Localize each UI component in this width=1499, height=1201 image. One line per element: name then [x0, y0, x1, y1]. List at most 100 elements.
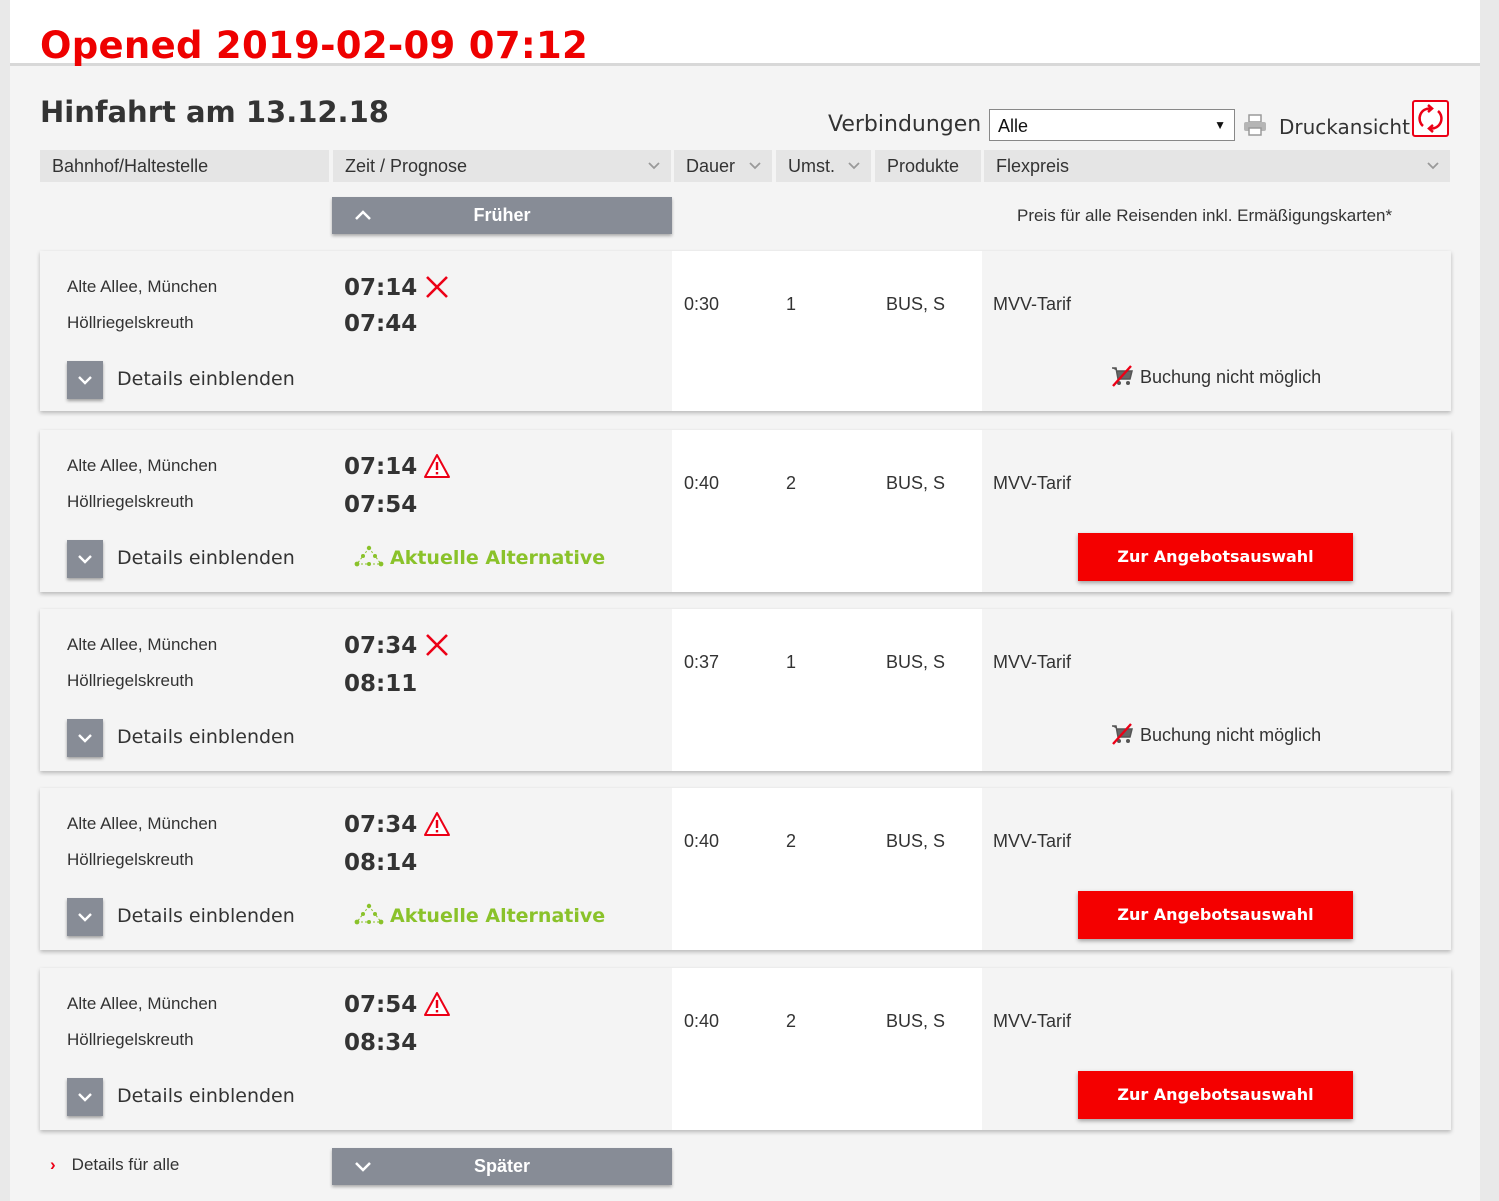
departure-time: 07:54 — [344, 992, 418, 1018]
arrival-time: 08:14 — [344, 850, 418, 876]
connection-row: Alte Allee, München Höllriegelskreuth Deta… — [40, 968, 1451, 1130]
destination-station: Höllriegelskreuth — [67, 492, 194, 511]
page-title: Hinfahrt am 13.12.18 — [40, 95, 389, 129]
duration-value: 0:40 — [684, 473, 720, 493]
current-alternative-link[interactable]: Aktuelle Alternative — [352, 545, 605, 569]
results-page: Opened 2019-02-09 07:12 Hinfahrt am 13.1… — [10, 0, 1480, 1201]
details-toggle-label[interactable]: Details einblenden — [117, 726, 295, 748]
details-toggle-button[interactable] — [67, 1078, 103, 1116]
details-toggle-label[interactable]: Details einblenden — [117, 1085, 295, 1107]
details-toggle-button[interactable] — [67, 540, 103, 578]
sort-chevron-icon — [648, 162, 660, 170]
transfers-value: 2 — [786, 473, 797, 493]
details-toggle-label[interactable]: Details einblenden — [117, 368, 295, 390]
tariff-value: MVV-Tarif — [993, 831, 1072, 851]
origin-station: Alte Allee, München — [67, 456, 218, 475]
warning-icon — [423, 991, 451, 1017]
column-time[interactable]: Zeit / Prognose — [333, 150, 671, 182]
booking-unavailable: Buchung nicht möglich — [1110, 722, 1321, 746]
arrival-time: 07:44 — [344, 311, 418, 337]
details-toggle-label[interactable]: Details einblenden — [117, 547, 295, 569]
sort-chevron-icon — [848, 162, 860, 170]
origin-station: Alte Allee, München — [67, 994, 218, 1013]
origin-station: Alte Allee, München — [67, 277, 218, 296]
arrival-time: 07:54 — [344, 492, 418, 518]
booking-unavailable: Buchung nicht möglich — [1110, 364, 1321, 388]
connections-select[interactable]: Alle ▼ — [989, 109, 1235, 141]
cart-unavailable-icon — [1110, 365, 1140, 387]
printer-icon[interactable] — [1243, 114, 1267, 136]
opened-timestamp: Opened 2019-02-09 07:12 — [40, 24, 589, 67]
origin-station: Alte Allee, München — [67, 635, 218, 654]
chevron-down-icon — [78, 1093, 92, 1102]
sort-chevron-icon — [1427, 162, 1439, 170]
refresh-icon[interactable] — [1412, 100, 1449, 137]
connection-info-cell — [672, 609, 982, 771]
departure-time: 07:34 — [344, 812, 418, 838]
chevron-down-icon — [355, 1162, 371, 1172]
column-station: Bahnhof/Haltestelle — [40, 150, 329, 182]
details-toggle-button[interactable] — [67, 719, 103, 757]
chevron-down-icon — [78, 913, 92, 922]
connection-row: Alte Allee, München Höllriegelskreuth Deta… — [40, 251, 1451, 411]
later-button[interactable]: Später — [332, 1148, 672, 1185]
destination-station: Höllriegelskreuth — [67, 313, 194, 332]
current-alternative-link[interactable]: Aktuelle Alternative — [352, 903, 605, 927]
top-bar: Opened 2019-02-09 07:12 — [10, 0, 1480, 67]
print-view-link[interactable]: Druckansicht — [1279, 115, 1410, 139]
chevron-down-icon — [78, 734, 92, 743]
column-flexprice[interactable]: Flexpreis — [984, 150, 1450, 182]
departure-time: 07:14 — [344, 275, 418, 301]
products-value: BUS, S — [886, 294, 946, 314]
products-value: BUS, S — [886, 473, 946, 493]
route-alternative-icon — [352, 545, 390, 569]
offer-selection-button[interactable]: Zur Angebotsauswahl — [1078, 891, 1353, 939]
departure-time: 07:14 — [344, 454, 418, 480]
chevron-down-icon — [78, 376, 92, 385]
cart-unavailable-icon — [1110, 723, 1140, 745]
sort-chevron-icon — [749, 162, 761, 170]
column-duration[interactable]: Dauer — [674, 150, 772, 182]
offer-selection-button[interactable]: Zur Angebotsauswahl — [1078, 1071, 1353, 1119]
duration-value: 0:30 — [684, 294, 720, 314]
destination-station: Höllriegelskreuth — [67, 850, 194, 869]
earlier-button[interactable]: Früher — [332, 197, 672, 234]
arrival-time: 08:11 — [344, 671, 418, 697]
transfers-value: 1 — [786, 652, 797, 672]
tariff-value: MVV-Tarif — [993, 294, 1072, 314]
details-for-all-link[interactable]: › Details für alle — [50, 1155, 179, 1175]
connection-row: Alte Allee, München Höllriegelskreuth Deta… — [40, 430, 1451, 592]
column-products: Produkte — [875, 150, 981, 182]
products-value: BUS, S — [886, 652, 946, 672]
tariff-value: MVV-Tarif — [993, 1011, 1072, 1031]
connections-select-value: Alle — [998, 116, 1029, 136]
transfers-value: 2 — [786, 831, 797, 851]
connection-row: Alte Allee, München Höllriegelskreuth Deta… — [40, 788, 1451, 950]
tariff-value: MVV-Tarif — [993, 652, 1072, 672]
offer-selection-button[interactable]: Zur Angebotsauswahl — [1078, 533, 1353, 581]
warning-icon — [423, 811, 451, 837]
details-toggle-label[interactable]: Details einblenden — [117, 905, 295, 927]
destination-station: Höllriegelskreuth — [67, 671, 194, 690]
price-note: Preis für alle Reisenden inkl. Ermäßigun… — [1017, 206, 1393, 225]
departure-time: 07:34 — [344, 633, 418, 659]
chevron-right-icon: › — [50, 1155, 56, 1174]
transfers-value: 1 — [786, 294, 797, 314]
details-toggle-button[interactable] — [67, 898, 103, 936]
origin-station: Alte Allee, München — [67, 814, 218, 833]
dropdown-arrow-icon: ▼ — [1214, 118, 1226, 132]
details-toggle-button[interactable] — [67, 361, 103, 399]
duration-value: 0:40 — [684, 1011, 720, 1031]
duration-value: 0:40 — [684, 831, 720, 851]
transfers-value: 2 — [786, 1011, 797, 1031]
destination-station: Höllriegelskreuth — [67, 1030, 194, 1049]
duration-value: 0:37 — [684, 652, 720, 672]
products-value: BUS, S — [886, 831, 946, 851]
connection-info-cell — [672, 251, 982, 411]
connections-label: Verbindungen — [828, 112, 982, 137]
route-alternative-icon — [352, 903, 390, 927]
chevron-up-icon — [355, 210, 371, 220]
column-transfers[interactable]: Umst. — [776, 150, 871, 182]
chevron-down-icon — [78, 555, 92, 564]
tariff-value: MVV-Tarif — [993, 473, 1072, 493]
